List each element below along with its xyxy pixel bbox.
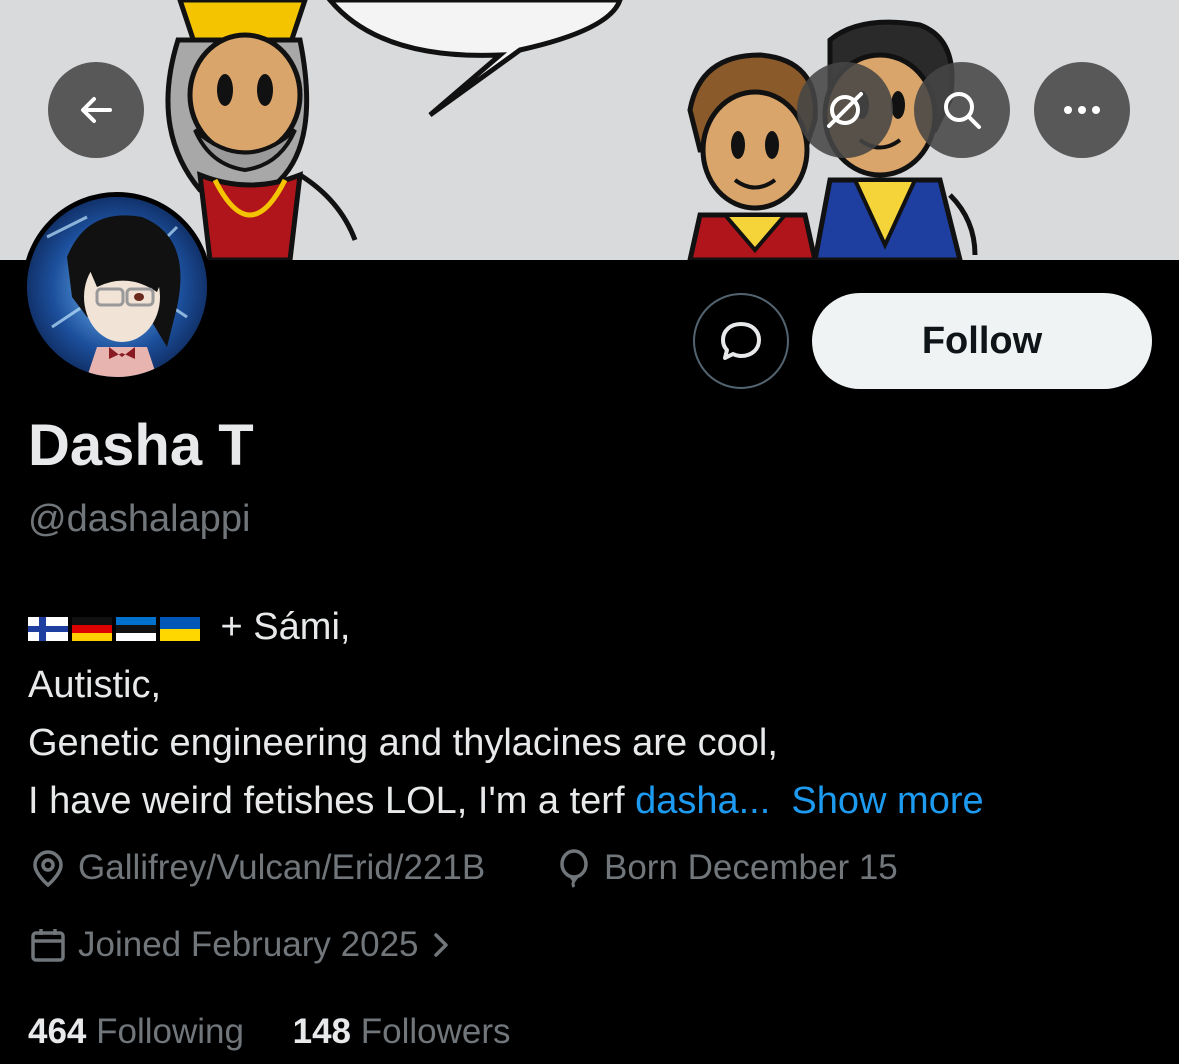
- location-pin-icon: [33, 850, 63, 888]
- ukraine-flag-icon: [160, 616, 200, 641]
- search-button[interactable]: [914, 62, 1010, 158]
- bio-line-4: I have weird fetishes LOL, I'm a terf da…: [28, 772, 984, 830]
- finland-flag-icon: [28, 616, 68, 641]
- followers-label: Followers: [360, 1012, 511, 1051]
- followers-stat[interactable]: 148 Followers: [293, 1012, 511, 1051]
- chevron-right-icon: [433, 933, 448, 957]
- profile-bio: + Sámi, Autistic, Genetic engineering an…: [28, 598, 984, 830]
- show-more-link[interactable]: Show more: [791, 780, 983, 822]
- bio-link[interactable]: dasha...: [635, 780, 770, 822]
- joined-text: Joined February 2025: [78, 925, 419, 964]
- avatar-image: [27, 197, 207, 377]
- bio-line-1-text: + Sámi,: [210, 606, 351, 648]
- following-stat[interactable]: 464 Following: [28, 1012, 244, 1051]
- calendar-icon: [31, 929, 65, 962]
- bio-line-2: Autistic,: [28, 664, 162, 706]
- grok-icon: [827, 92, 863, 128]
- avatar[interactable]: [22, 192, 212, 382]
- location-row: Gallifrey/Vulcan/Erid/221B: [28, 848, 485, 888]
- grok-button[interactable]: [797, 62, 893, 158]
- joined-row[interactable]: Joined February 2025: [28, 925, 453, 965]
- location-text: Gallifrey/Vulcan/Erid/221B: [78, 848, 486, 887]
- estonia-flag-icon: [116, 616, 156, 641]
- following-label: Following: [96, 1012, 244, 1051]
- follow-stats: 464 Following 148 Followers: [28, 1012, 511, 1052]
- back-button[interactable]: [48, 62, 144, 158]
- arrow-left-icon: [81, 97, 112, 123]
- birthday-text: Born December 15: [604, 848, 898, 887]
- flag-emojis: [28, 616, 200, 641]
- followers-count: 148: [292, 1012, 352, 1051]
- message-icon: [721, 322, 761, 360]
- bio-line-1: + Sámi,: [28, 598, 984, 656]
- more-horizontal-icon: [1064, 106, 1100, 114]
- balloon-icon: [560, 849, 588, 888]
- germany-flag-icon: [72, 616, 112, 641]
- display-name: Dasha T: [28, 413, 254, 478]
- bio-line-3: Genetic engineering and thylacines are c…: [28, 722, 778, 764]
- bio-line-4-text: I have weird fetishes LOL, I'm a terf: [28, 780, 636, 822]
- more-button[interactable]: [1034, 62, 1130, 158]
- follow-button[interactable]: Follow: [812, 293, 1152, 389]
- birthday-row: Born December 15: [554, 848, 898, 888]
- following-count: 464: [28, 1012, 87, 1051]
- message-button[interactable]: [693, 293, 789, 389]
- search-icon: [944, 92, 981, 129]
- username-handle: @dashalappi: [28, 498, 251, 540]
